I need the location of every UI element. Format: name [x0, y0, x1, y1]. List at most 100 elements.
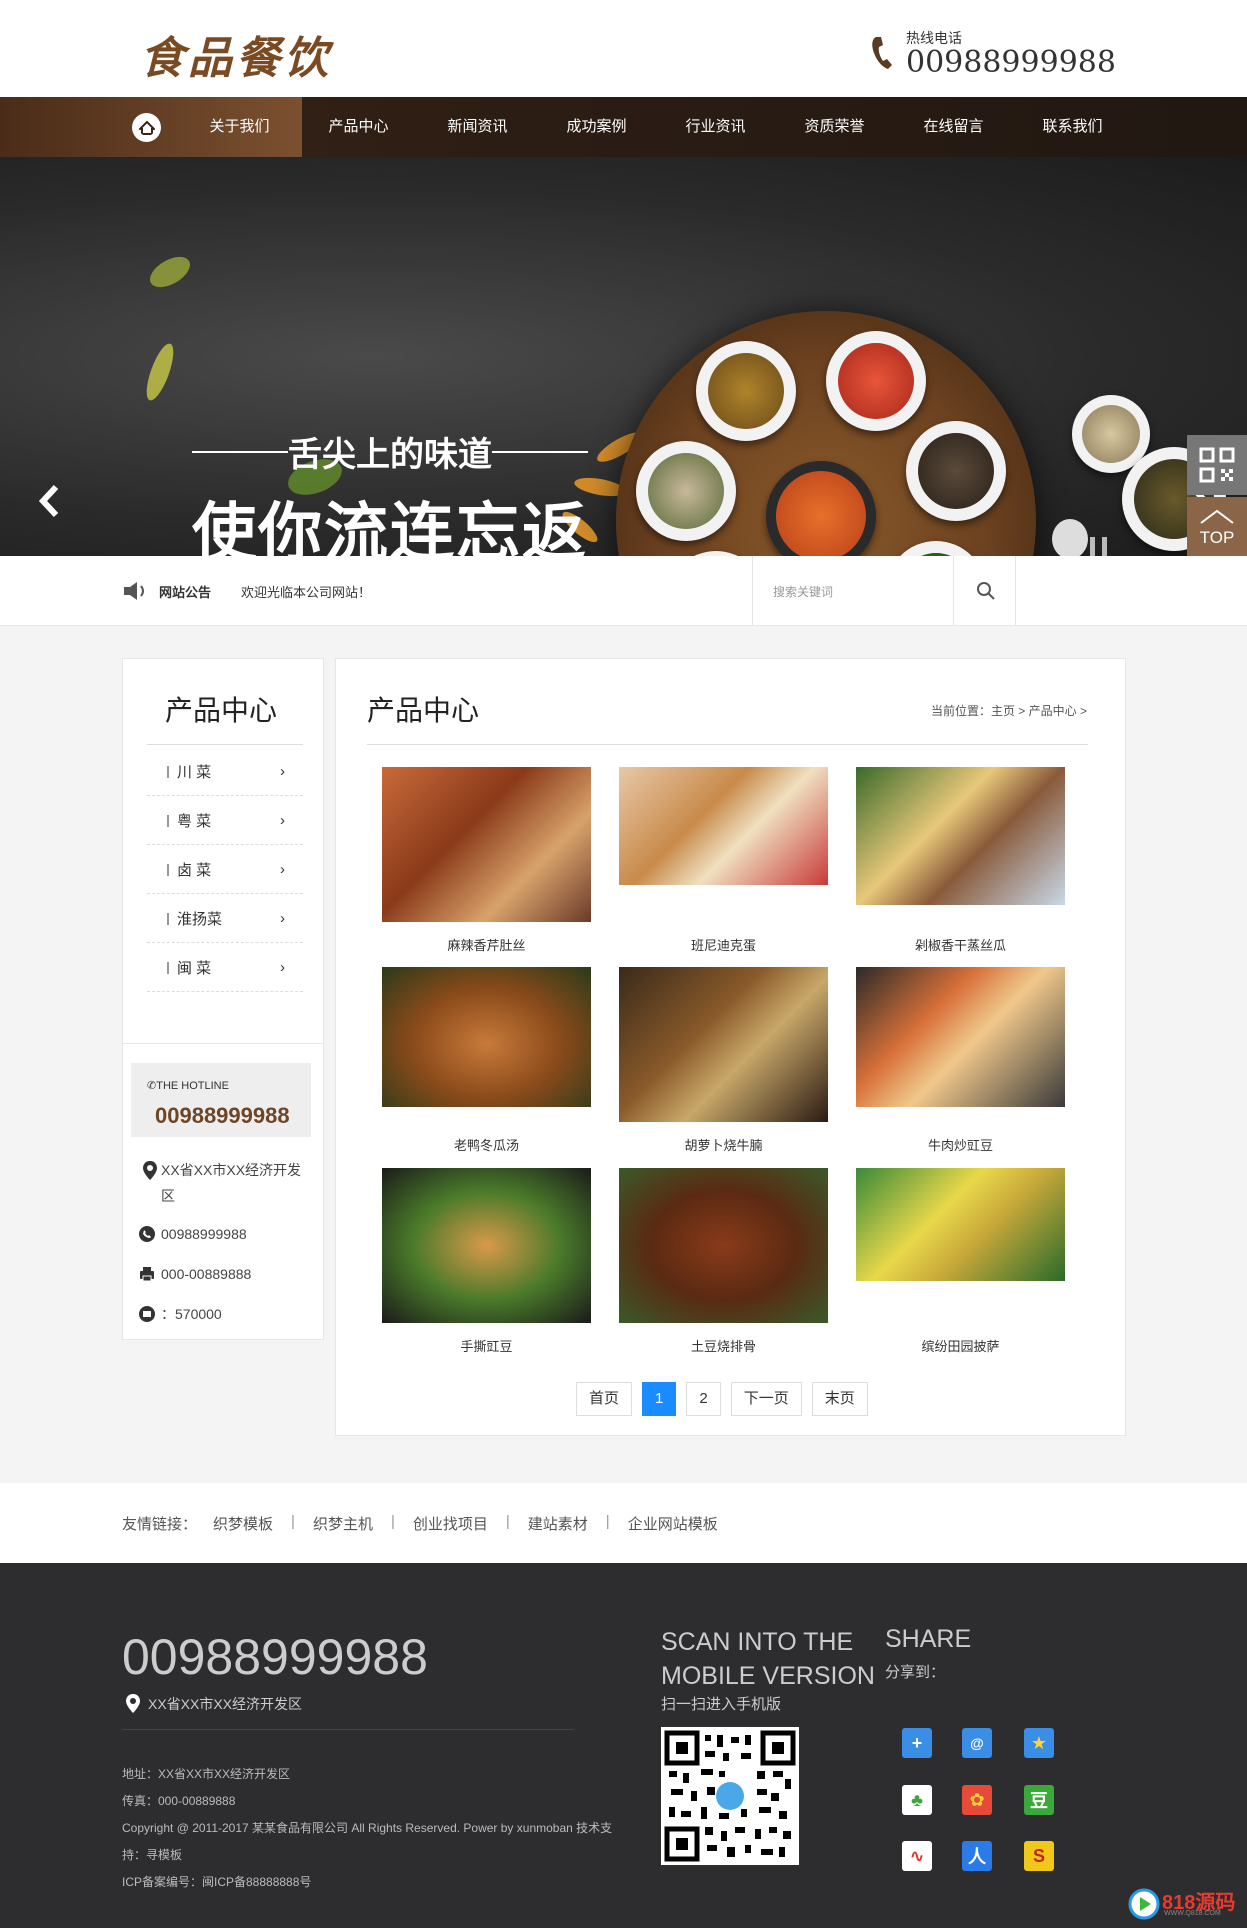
- nav-item-honors[interactable]: 资质荣誉: [775, 97, 894, 157]
- product-image[interactable]: [619, 767, 828, 885]
- nav-item-industry[interactable]: 行业资讯: [656, 97, 775, 157]
- breadcrumb[interactable]: 当前位置：主页 > 产品中心 >: [931, 702, 1087, 719]
- product-card[interactable]: 班尼迪克蛋: [619, 767, 828, 953]
- product-image[interactable]: [382, 767, 591, 922]
- nav-item-cases[interactable]: 成功案例: [537, 97, 656, 157]
- top-label: TOP: [1199, 528, 1235, 547]
- notice-bar: 网站公告 欢迎光临本公司网站！ 搜索关键词: [0, 556, 1247, 626]
- page-2-button[interactable]: 2: [686, 1382, 721, 1416]
- sidebar: 产品中心 川 菜 › 粤 菜 › 卤 菜 › 淮扬菜 › 闽 菜 › ✆THE HOTLI…: [122, 658, 324, 1340]
- product-card[interactable]: 老鸭冬瓜汤: [382, 967, 591, 1153]
- share-clover-icon[interactable]: ♣: [902, 1785, 932, 1815]
- product-card[interactable]: 缤纷田园披萨: [856, 1168, 1065, 1354]
- sidebar-title: 产品中心: [165, 695, 278, 726]
- nav-item-contact[interactable]: 联系我们: [1013, 97, 1132, 157]
- product-name[interactable]: 手撕豇豆: [382, 1336, 591, 1355]
- product-card[interactable]: 麻辣香芹肚丝: [382, 767, 591, 953]
- divider: [122, 1729, 574, 1730]
- product-name[interactable]: 老鸭冬瓜汤: [382, 1135, 591, 1154]
- nav-item-products[interactable]: 产品中心: [299, 97, 418, 157]
- share-weibo-icon[interactable]: ∿: [902, 1841, 932, 1871]
- category-item-cantonese[interactable]: 粤 菜 ›: [147, 796, 303, 845]
- banner-line1: 舌尖上的味道: [192, 427, 588, 476]
- product-name[interactable]: 剁椒香干蒸丝瓜: [856, 935, 1065, 954]
- page-next-button[interactable]: 下一页: [730, 1382, 802, 1416]
- contact-phone: 00988999988: [139, 1221, 309, 1250]
- search-input[interactable]: 搜索关键词: [773, 583, 833, 600]
- divider: [147, 744, 303, 745]
- watermark-url: WWW.Q818.COM: [1164, 1910, 1221, 1917]
- notice-content[interactable]: 欢迎光临本公司网站！: [241, 582, 371, 601]
- share-qzone-icon[interactable]: @: [962, 1728, 992, 1758]
- friend-link[interactable]: 企业网站模板: [628, 1513, 718, 1534]
- site-logo[interactable]: 食品餐饮: [140, 22, 332, 86]
- contact-fax: 000-00889888: [139, 1261, 309, 1290]
- share-plus-icon[interactable]: +: [902, 1728, 932, 1758]
- nav-item-news[interactable]: 新闻资讯: [418, 97, 537, 157]
- product-image[interactable]: [856, 967, 1065, 1107]
- share-douban-icon[interactable]: 豆: [1024, 1785, 1054, 1815]
- product-name[interactable]: 班尼迪克蛋: [619, 935, 828, 954]
- friend-links: 友情链接： 织梦模板 | 织梦主机 | 创业找项目 | 建站素材 | 企业网站模板: [0, 1483, 1247, 1563]
- product-image[interactable]: [382, 967, 591, 1107]
- product-name[interactable]: 缤纷田园披萨: [856, 1336, 1065, 1355]
- dish-bowl-center: [766, 461, 876, 556]
- product-card[interactable]: 土豆烧排骨: [619, 1168, 828, 1354]
- nav-item-message[interactable]: 在线留言: [894, 97, 1013, 157]
- share-flower-icon[interactable]: ✿: [962, 1785, 992, 1815]
- product-card[interactable]: 手撕豇豆: [382, 1168, 591, 1354]
- friend-link[interactable]: 织梦主机: [313, 1513, 373, 1534]
- share-renren-icon[interactable]: 人: [962, 1841, 992, 1871]
- product-name[interactable]: 土豆烧排骨: [619, 1336, 828, 1355]
- mobile-qr-code: [661, 1727, 799, 1865]
- back-to-top-button[interactable]: TOP: [1187, 497, 1247, 557]
- main-nav: 关于我们 产品中心 新闻资讯 成功案例 行业资讯 资质荣誉 在线留言 联系我们: [0, 97, 1247, 157]
- category-item-huaiyang[interactable]: 淮扬菜 ›: [147, 894, 303, 943]
- product-image[interactable]: [856, 767, 1065, 905]
- chevron-right-icon: ›: [280, 860, 285, 878]
- share-sohu-icon[interactable]: S: [1024, 1841, 1054, 1871]
- dish-bowl: [826, 331, 926, 431]
- scan-subtitle: 扫一扫进入手机版: [661, 1696, 782, 1713]
- nav-item-about[interactable]: 关于我们: [180, 97, 299, 157]
- product-name[interactable]: 麻辣香芹肚丝: [382, 935, 591, 954]
- page-last-button[interactable]: 末页: [811, 1382, 868, 1416]
- product-name[interactable]: 牛肉炒豇豆: [856, 1135, 1065, 1154]
- home-icon[interactable]: [132, 113, 161, 142]
- share-star-icon[interactable]: ★: [1024, 1728, 1054, 1758]
- product-card[interactable]: 牛肉炒豇豆: [856, 967, 1065, 1153]
- divider: [367, 744, 1088, 745]
- friend-link[interactable]: 创业找项目: [413, 1513, 488, 1534]
- notice-title: 网站公告: [159, 585, 212, 600]
- category-item-braised[interactable]: 卤 菜 ›: [147, 845, 303, 894]
- product-center-panel: 产品中心 当前位置：主页 > 产品中心 > 麻辣香芹肚丝 班尼迪克蛋 剁椒香干蒸…: [335, 658, 1126, 1436]
- product-card[interactable]: 胡萝卜烧牛腩: [619, 967, 828, 1153]
- phone-icon: ✆: [147, 1080, 157, 1092]
- site-footer: 00988999988 XX省XX市XX经济开发区 地址：XX省XX市XX经济开…: [0, 1563, 1247, 1928]
- friend-link[interactable]: 织梦模板: [213, 1513, 273, 1534]
- product-card[interactable]: 剁椒香干蒸丝瓜: [856, 767, 1065, 953]
- product-image[interactable]: [619, 967, 828, 1122]
- product-image[interactable]: [856, 1168, 1065, 1281]
- product-image[interactable]: [382, 1168, 591, 1323]
- up-arrow-icon: [1200, 509, 1234, 524]
- page-1-button[interactable]: 1: [642, 1382, 677, 1416]
- friend-links-label: 友情链接：: [122, 1516, 198, 1533]
- footer-copyright-cont: 持：寻模板: [122, 1848, 183, 1862]
- contact-email: ：570000: [139, 1301, 309, 1330]
- product-image[interactable]: [619, 1168, 828, 1323]
- page-first-button[interactable]: 首页: [576, 1382, 633, 1416]
- search-button[interactable]: [953, 556, 1017, 626]
- chevron-right-icon: ›: [280, 762, 285, 780]
- footer-icp[interactable]: ICP备案编号：闽ICP备88888888号: [122, 1873, 311, 1890]
- dish-bowl: [886, 541, 986, 556]
- friend-link[interactable]: 建站素材: [528, 1513, 588, 1534]
- banner-prev-arrow[interactable]: [34, 481, 64, 521]
- float-qr-button[interactable]: [1187, 435, 1247, 495]
- product-name[interactable]: 胡萝卜烧牛腩: [619, 1135, 828, 1154]
- play-logo-icon: [1128, 1888, 1160, 1920]
- banner-tagline: 舌尖上的味道 使你流连忘返: [192, 427, 588, 556]
- category-item-sichuan[interactable]: 川 菜 ›: [147, 747, 303, 796]
- category-item-fujian[interactable]: 闽 菜 ›: [147, 943, 303, 992]
- site-header: 食品餐饮 热线电话 00988999988: [0, 0, 1247, 97]
